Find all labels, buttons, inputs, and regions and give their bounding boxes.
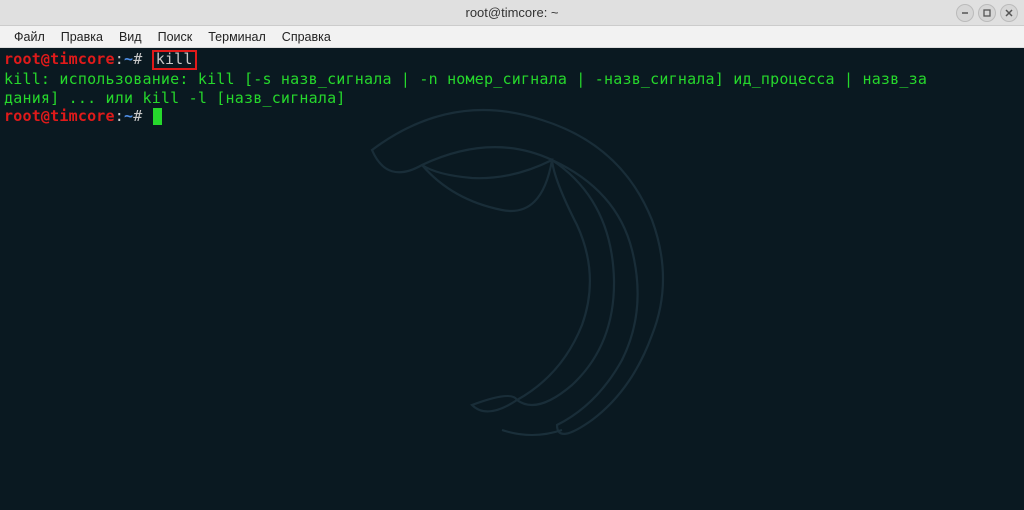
command-text: kill (156, 50, 193, 68)
menu-help[interactable]: Справка (274, 28, 339, 46)
prompt-colon: : (115, 50, 124, 68)
terminal-line-prompt: root@timcore:~# (4, 107, 1020, 126)
prompt-colon: : (115, 107, 124, 125)
terminal-line-1: root@timcore:~# kill (4, 50, 1020, 70)
prompt-path: ~ (124, 107, 133, 125)
menu-search[interactable]: Поиск (150, 28, 201, 46)
kali-dragon-background-icon (302, 70, 722, 470)
window-controls (956, 4, 1018, 22)
terminal-output-line-2: дания] ... или kill -l [назв_сигнала] (4, 89, 1020, 108)
window-titlebar: root@timcore: ~ (0, 0, 1024, 26)
menu-view[interactable]: Вид (111, 28, 150, 46)
prompt-hash: # (133, 50, 142, 68)
highlighted-command-box: kill (152, 50, 197, 70)
minimize-button[interactable] (956, 4, 974, 22)
menubar: Файл Правка Вид Поиск Терминал Справка (0, 26, 1024, 48)
terminal-area[interactable]: root@timcore:~# kill kill: использование… (0, 48, 1024, 510)
maximize-button[interactable] (978, 4, 996, 22)
menu-file[interactable]: Файл (6, 28, 53, 46)
menu-terminal[interactable]: Терминал (200, 28, 274, 46)
menu-edit[interactable]: Правка (53, 28, 111, 46)
prompt-user: root@timcore (4, 107, 115, 125)
terminal-cursor (153, 108, 162, 125)
prompt-user: root@timcore (4, 50, 115, 68)
prompt-path: ~ (124, 50, 133, 68)
window-title: root@timcore: ~ (465, 5, 558, 20)
terminal-output-line-1: kill: использование: kill [-s назв_сигна… (4, 70, 1020, 89)
terminal-content: root@timcore:~# kill kill: использование… (4, 50, 1020, 126)
prompt-hash: # (133, 107, 142, 125)
close-button[interactable] (1000, 4, 1018, 22)
